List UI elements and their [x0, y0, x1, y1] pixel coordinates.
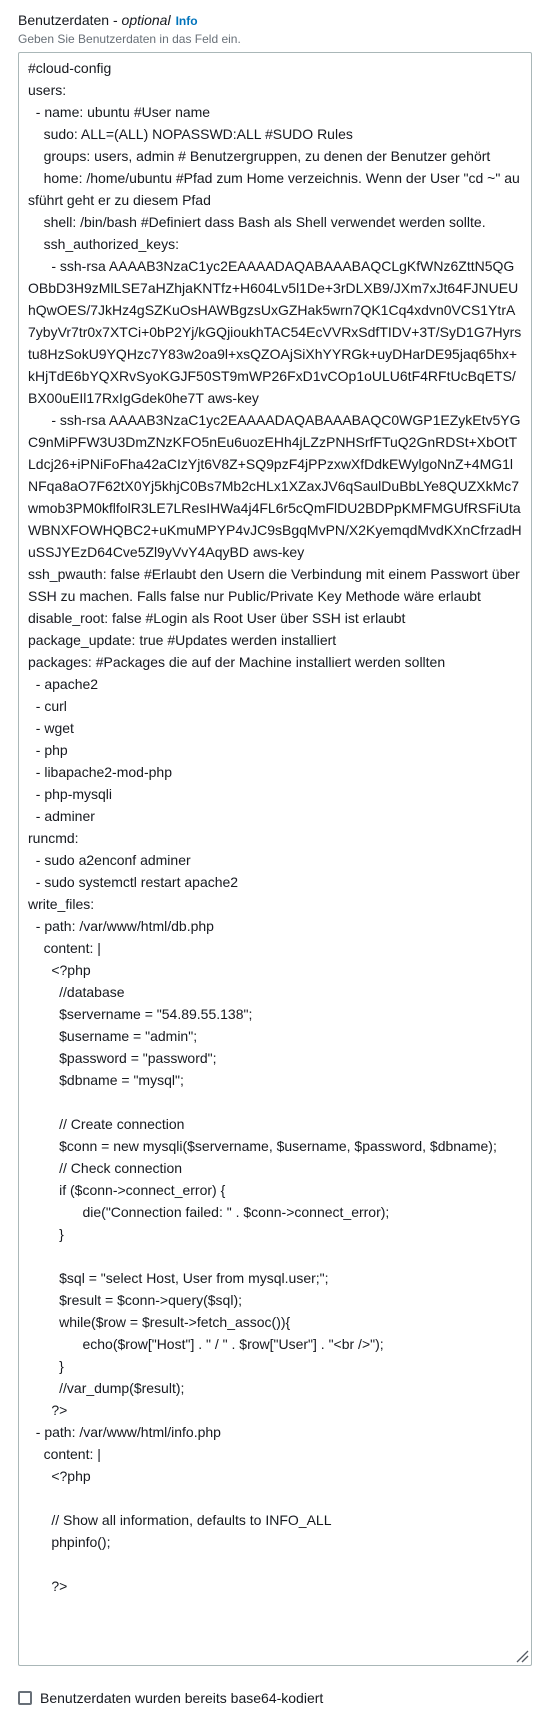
base64-encoded-checkbox[interactable]	[18, 1691, 32, 1705]
optional-label: optional	[121, 12, 171, 28]
field-label-separator: -	[109, 12, 122, 28]
field-label: Benutzerdaten	[18, 12, 110, 28]
base64-encoded-option[interactable]: Benutzerdaten wurden bereits base64-kodi…	[18, 1688, 323, 1708]
info-link[interactable]: Info	[176, 14, 198, 28]
user-data-textarea[interactable]: #cloud-config users: - name: ubuntu #Use…	[18, 52, 532, 1666]
user-data-text[interactable]: #cloud-config users: - name: ubuntu #Use…	[28, 57, 522, 1597]
resize-handle-icon[interactable]	[515, 1649, 529, 1663]
user-data-field: Benutzerdaten - optional Info Geben Sie B…	[18, 10, 534, 47]
base64-encoded-label[interactable]: Benutzerdaten wurden bereits base64-kodi…	[40, 1688, 323, 1708]
field-label-row: Benutzerdaten - optional Info	[18, 10, 534, 31]
field-description: Geben Sie Benutzerdaten in das Feld ein.	[18, 32, 241, 46]
